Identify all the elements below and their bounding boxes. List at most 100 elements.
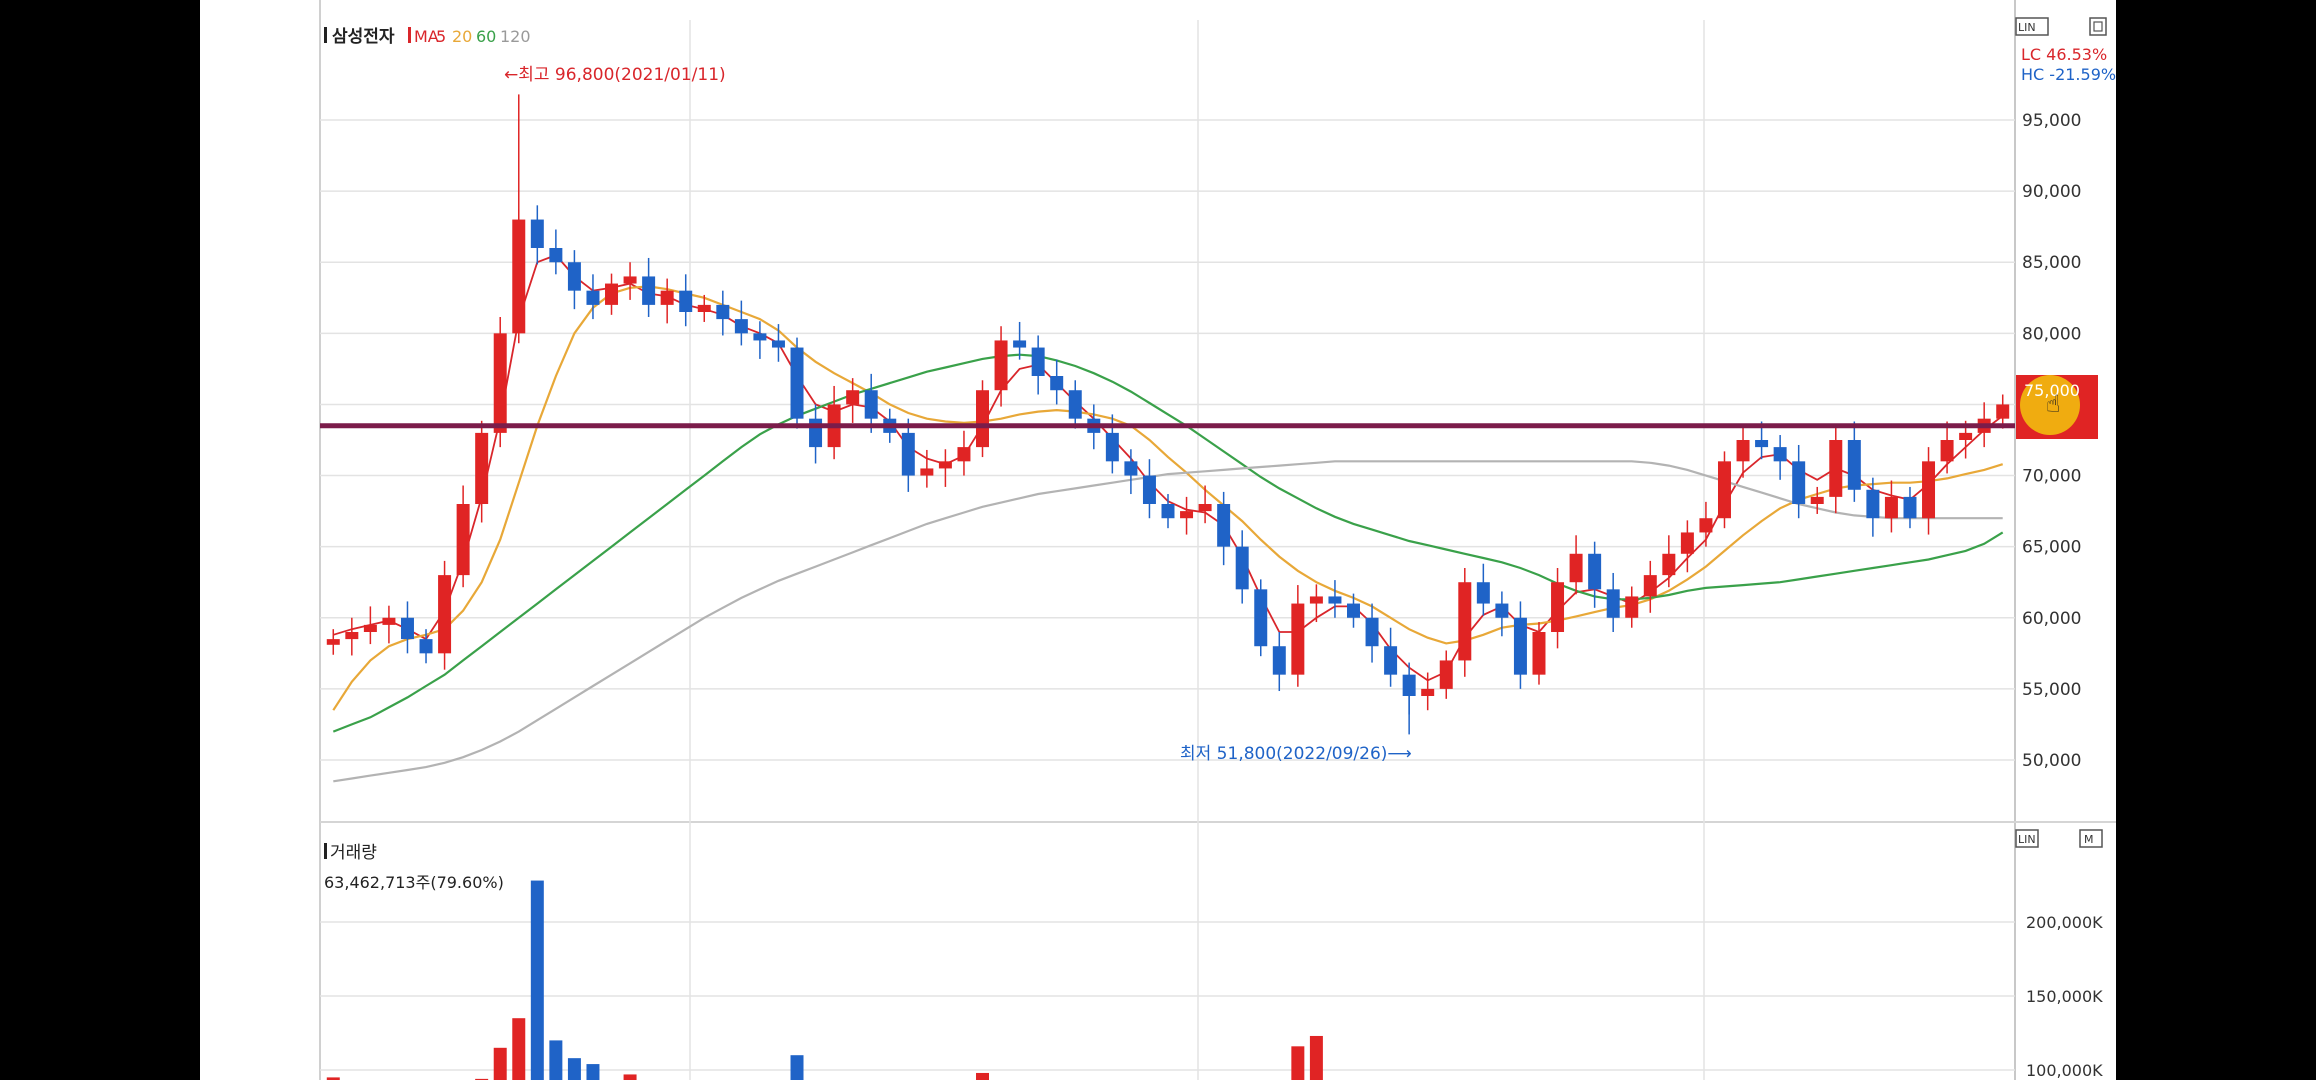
lc-value: LC 46.53% bbox=[2021, 45, 2107, 64]
candle-up bbox=[1439, 660, 1453, 689]
candle-up bbox=[1421, 688, 1435, 696]
candle-down bbox=[809, 418, 823, 448]
volume-bar bbox=[530, 880, 544, 1080]
candle-down bbox=[1013, 340, 1027, 348]
stock-name: 삼성전자 bbox=[332, 27, 395, 47]
legend-marker bbox=[324, 27, 327, 43]
volume-bar bbox=[790, 1055, 804, 1080]
candle-up bbox=[1699, 518, 1713, 533]
candle-down bbox=[567, 262, 581, 291]
candle-up bbox=[623, 276, 637, 284]
candle-up bbox=[1717, 461, 1731, 519]
price-tick-label: 50,000 bbox=[2022, 751, 2081, 771]
candle-up bbox=[1736, 440, 1750, 462]
candle-down bbox=[1755, 440, 1769, 448]
candle-down bbox=[1217, 504, 1231, 547]
candle-down bbox=[1142, 475, 1156, 504]
candle-up bbox=[1922, 461, 1936, 519]
volume-bar bbox=[1309, 1035, 1323, 1080]
volume-bar bbox=[586, 1064, 600, 1080]
candle-up bbox=[1643, 575, 1657, 597]
volume-bar bbox=[567, 1058, 581, 1080]
volume-tick-label: 150,000K bbox=[2026, 987, 2103, 1006]
candle-up bbox=[938, 461, 952, 469]
candle-down bbox=[864, 390, 878, 419]
candle-up bbox=[512, 219, 526, 334]
candle-down bbox=[1773, 447, 1787, 462]
price-tick-label: 95,000 bbox=[2022, 111, 2081, 131]
price-tick-label: 65,000 bbox=[2022, 538, 2081, 558]
low-annotation: 최저 51,800(2022/09/26)⟶ bbox=[1180, 744, 1412, 764]
candle-down bbox=[901, 432, 915, 476]
hand-cursor-icon: ☝ bbox=[2046, 390, 2061, 418]
chart-canvas: 50,00055,00060,00065,00070,00075,00080,0… bbox=[200, 0, 2116, 1080]
candle-up bbox=[1180, 511, 1194, 519]
chart-legend: 삼성전자 MA 5 20 60 120 bbox=[324, 27, 531, 47]
candle-down bbox=[1495, 603, 1509, 618]
candle-up bbox=[660, 290, 674, 305]
price-tick-label: 55,000 bbox=[2022, 680, 2081, 700]
candle-up bbox=[1959, 432, 1973, 440]
volume-title: 거래량 bbox=[330, 843, 377, 863]
candle-up bbox=[605, 283, 619, 305]
ma-120-label: 120 bbox=[500, 27, 531, 46]
candle-up bbox=[994, 340, 1008, 391]
volume-maximize-label: M bbox=[2084, 833, 2094, 846]
candle-down bbox=[1328, 596, 1342, 604]
candle-up bbox=[1625, 596, 1639, 618]
volume-bar bbox=[493, 1047, 507, 1080]
ma-5-label: 5 bbox=[436, 27, 446, 46]
candle-down bbox=[1476, 582, 1490, 604]
ma-60-label: 60 bbox=[476, 27, 496, 46]
candle-up bbox=[382, 617, 396, 625]
candle-up bbox=[846, 390, 860, 405]
volume-bar bbox=[623, 1074, 637, 1080]
candle-down bbox=[1792, 461, 1806, 504]
candle-up bbox=[1551, 582, 1565, 632]
high-annotation: ←최고 96,800(2021/01/11) bbox=[504, 65, 726, 85]
volume-value: 63,462,713주(79.60%) bbox=[324, 873, 504, 892]
candle-up bbox=[1940, 440, 1954, 462]
candle-up bbox=[1569, 553, 1583, 583]
candle-down bbox=[400, 617, 414, 640]
volume-bar bbox=[1291, 1046, 1305, 1080]
candle-up bbox=[475, 432, 489, 504]
candle-down bbox=[1847, 440, 1861, 490]
candle-up bbox=[920, 468, 934, 476]
maximize-icon[interactable] bbox=[2089, 17, 2107, 36]
candle-up bbox=[1291, 603, 1305, 675]
candle-down bbox=[530, 219, 544, 248]
candle-down bbox=[1384, 646, 1398, 675]
candle-down bbox=[419, 639, 433, 654]
candle-up bbox=[697, 304, 711, 312]
candle-up bbox=[363, 624, 377, 632]
candle-down bbox=[716, 304, 730, 320]
candle-down bbox=[549, 248, 563, 263]
candle-down bbox=[1254, 589, 1268, 647]
candle-down bbox=[771, 340, 785, 348]
candle-up bbox=[1309, 596, 1323, 604]
candle-down bbox=[679, 290, 693, 312]
current-price-tag[interactable]: 75,000 ☝ bbox=[2016, 375, 2098, 439]
price-tick-label: 90,000 bbox=[2022, 182, 2081, 202]
candle-down bbox=[1235, 546, 1249, 590]
candle-up bbox=[493, 333, 507, 433]
candle-down bbox=[734, 319, 748, 334]
candle-down bbox=[1365, 617, 1379, 647]
candle-up bbox=[976, 390, 989, 448]
candle-up bbox=[1884, 496, 1898, 519]
candle-down bbox=[1866, 489, 1880, 519]
ma-marker bbox=[408, 27, 411, 43]
hc-value: HC -21.59% bbox=[2021, 65, 2116, 84]
candle-down bbox=[1588, 553, 1602, 590]
candle-up bbox=[1532, 632, 1546, 675]
volume-marker bbox=[324, 843, 327, 859]
candle-down bbox=[1031, 347, 1045, 376]
candle-down bbox=[790, 347, 804, 419]
candle-up bbox=[456, 504, 470, 576]
volume-tick-label: 200,000K bbox=[2026, 913, 2103, 932]
volume-bar bbox=[976, 1072, 989, 1080]
candle-down bbox=[1068, 390, 1082, 419]
candle-up bbox=[1662, 553, 1676, 576]
price-tick-label: 60,000 bbox=[2022, 609, 2081, 629]
